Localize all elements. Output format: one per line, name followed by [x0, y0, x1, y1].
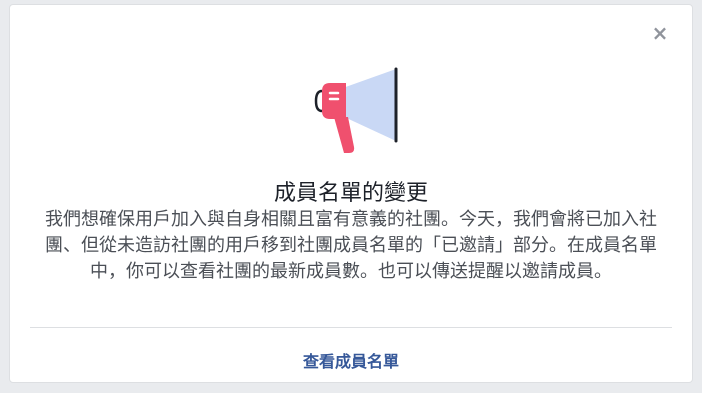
dialog-body: 我們想確保用戶加入與自身相關且富有意義的社團。今天，我們會將已加入社團、但從未造… — [45, 209, 657, 282]
megaphone-icon — [314, 67, 398, 153]
dialog-title: 成員名單的變更 — [273, 181, 428, 206]
view-members-link[interactable]: 查看成員名單 — [10, 348, 692, 372]
close-icon[interactable]: × — [650, 23, 670, 43]
divider — [30, 327, 672, 328]
announcement-dialog: × 成員名單的變更 我們想確保用戶加入與自身相關且富有意義的社團。今天，我們會將… — [9, 4, 693, 383]
